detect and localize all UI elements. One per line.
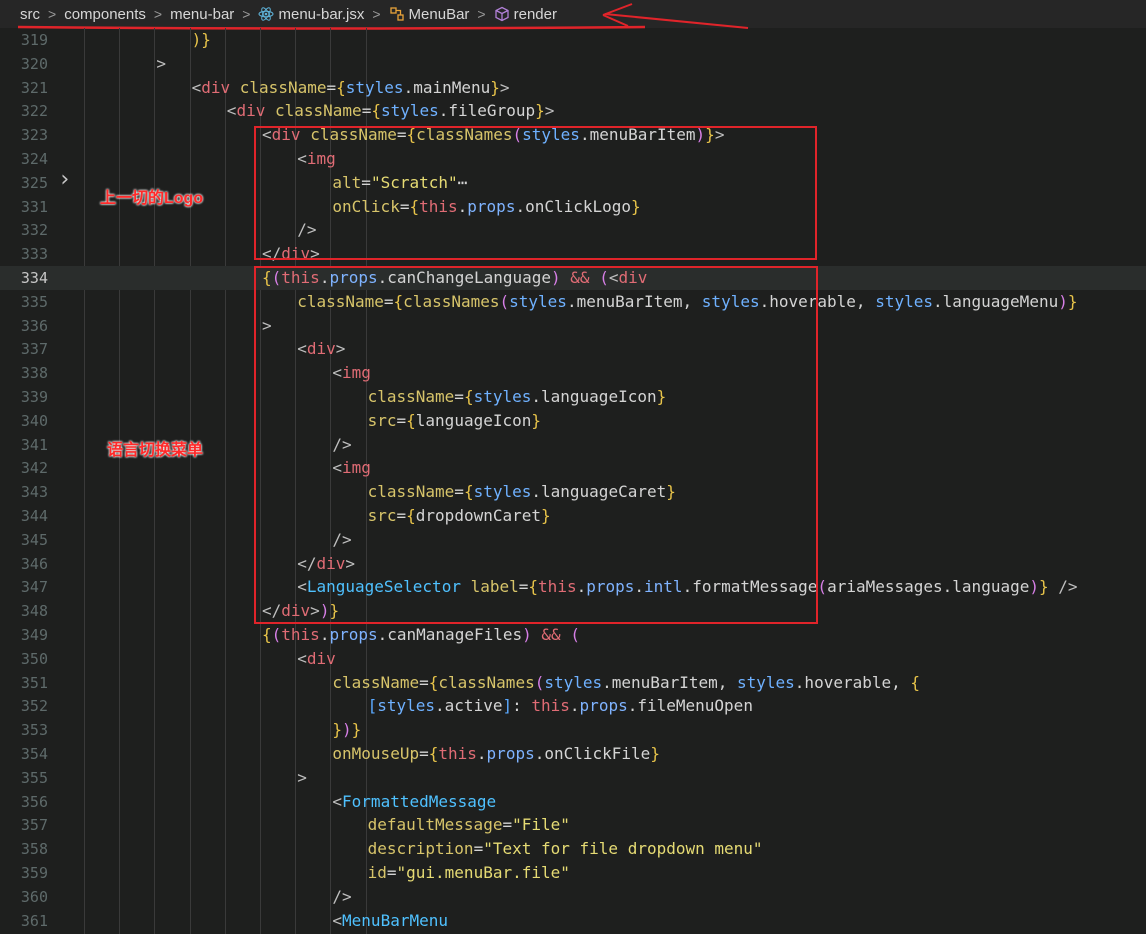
chevron-right-icon: > <box>242 6 251 22</box>
code-text: /> <box>332 886 352 906</box>
chevron-right-icon: > <box>477 6 486 22</box>
line-number: 349 <box>20 626 48 644</box>
code-line[interactable]: 349 {(this.props.canManageFiles) && ( <box>0 623 1146 647</box>
code-line[interactable]: 319)} <box>0 28 1146 52</box>
react-icon <box>258 7 274 21</box>
logo-highlight-box <box>254 126 817 260</box>
chevron-right-icon: > <box>153 6 163 22</box>
code-line[interactable]: 350 <div <box>0 647 1146 671</box>
line-number: 340 <box>20 411 48 430</box>
line-number: 323 <box>20 126 48 145</box>
code-text: <FormattedMessage <box>332 791 497 811</box>
method-cube-icon <box>494 6 509 22</box>
code-text: <div className={styles.fileGroup}> <box>226 101 555 121</box>
code-text: )} <box>191 30 211 49</box>
breadcrumb-class-label: MenuBar <box>408 5 470 23</box>
breadcrumb-file-label: menu-bar.jsx <box>278 5 365 23</box>
code-text: className={classNames(styles.menuBarItem… <box>332 672 921 692</box>
code-line[interactable]: 355 > <box>0 766 1146 790</box>
line-number: 339 <box>20 388 48 406</box>
chevron-right-icon: > <box>372 6 381 22</box>
logo-annotation: 上一切的Logo <box>100 190 204 207</box>
line-number: 361 <box>20 911 48 930</box>
line-number: 350 <box>20 649 48 668</box>
code-text: })} <box>332 720 362 740</box>
breadcrumb-class[interactable]: MenuBar <box>389 5 470 23</box>
code-line[interactable]: 322 <div className={styles.fileGroup}> <box>0 99 1146 123</box>
line-number: 351 <box>20 673 48 692</box>
line-number: 348 <box>20 602 48 621</box>
line-number: 320 <box>20 54 48 73</box>
code-text: defaultMessage="File" <box>367 815 570 835</box>
code-text: [styles.active]: this.props.fileMenuOpen <box>367 696 753 716</box>
breadcrumb-menu-bar[interactable]: menu-bar <box>170 6 234 23</box>
code-text: > <box>297 767 307 787</box>
chevron-right-icon[interactable]: › <box>58 167 71 192</box>
language-annotation: 语言切换菜单 <box>107 442 204 459</box>
line-number: 331 <box>20 197 48 216</box>
line-number: 354 <box>20 745 48 763</box>
code-line[interactable]: 361 <MenuBarMenu <box>0 909 1146 933</box>
breadcrumb-method[interactable]: render <box>494 6 557 23</box>
line-number: 353 <box>20 721 48 740</box>
breadcrumb-method-label: render <box>513 5 557 23</box>
line-number: 343 <box>20 483 48 502</box>
line-number: 334 <box>20 269 48 287</box>
line-number: 355 <box>20 768 48 787</box>
chevron-right-icon: > <box>48 6 57 22</box>
class-icon <box>389 7 404 21</box>
code-line[interactable]: 353})} <box>0 718 1146 742</box>
code-line[interactable]: 358 description="Text for file dropdown m… <box>0 837 1146 861</box>
line-number: 321 <box>20 78 48 97</box>
code-line[interactable]: 354 onMouseUp={this.props.onClickFile} <box>0 742 1146 766</box>
code-line[interactable]: 360 /> <box>0 885 1146 909</box>
code-line[interactable]: 352 [styles.active]: this.props.fileMenuO… <box>0 694 1146 718</box>
line-number: 319 <box>20 31 48 49</box>
breadcrumb-components[interactable]: components <box>64 6 146 23</box>
line-number: 341 <box>20 435 48 454</box>
code-text: > <box>156 53 167 73</box>
line-number: 347 <box>20 578 48 597</box>
line-number: 332 <box>20 221 48 240</box>
breadcrumb: src > components > menu-bar > menu-bar.j… <box>0 0 1146 28</box>
code-text: <div <box>297 648 336 668</box>
code-line[interactable]: 359 id="gui.menuBar.file" <box>0 861 1146 885</box>
line-number: 324 <box>20 150 48 168</box>
line-number: 342 <box>20 459 48 478</box>
code-line[interactable]: 321 <div className={styles.mainMenu}> <box>0 76 1146 100</box>
line-number: 344 <box>20 507 48 525</box>
code-text: id="gui.menuBar.file" <box>367 863 570 882</box>
code-text: description="Text for file dropdown menu… <box>367 839 763 859</box>
line-number: 322 <box>20 102 48 121</box>
code-line[interactable]: 351 className={classNames(styles.menuBarI… <box>0 671 1146 695</box>
line-number: 325 <box>20 173 48 192</box>
line-number: 345 <box>20 530 48 549</box>
line-number: 359 <box>20 864 48 882</box>
line-number: 352 <box>20 697 48 716</box>
code-line[interactable]: 357 defaultMessage="File" <box>0 813 1146 837</box>
breadcrumb-src[interactable]: src <box>20 6 40 23</box>
code-text: <MenuBarMenu <box>332 910 448 930</box>
line-number: 360 <box>20 887 48 906</box>
line-number: 335 <box>20 292 48 311</box>
code-line[interactable]: 356 <FormattedMessage <box>0 790 1146 814</box>
line-number: 333 <box>20 245 48 264</box>
breadcrumb-file[interactable]: menu-bar.jsx <box>258 6 364 23</box>
code-text: onMouseUp={this.props.onClickFile} <box>332 744 660 763</box>
line-number: 357 <box>20 816 48 835</box>
line-number: 336 <box>20 316 48 335</box>
line-number: 337 <box>20 340 48 359</box>
line-number: 338 <box>20 364 48 383</box>
line-number: 346 <box>20 554 48 573</box>
code-text: {(this.props.canManageFiles) && ( <box>262 625 580 644</box>
code-text: <div className={styles.mainMenu}> <box>191 77 510 97</box>
code-line[interactable]: 320 > <box>0 52 1146 76</box>
line-number: 356 <box>20 792 48 811</box>
language-menu-highlight-box <box>254 266 818 624</box>
line-number: 358 <box>20 840 48 859</box>
